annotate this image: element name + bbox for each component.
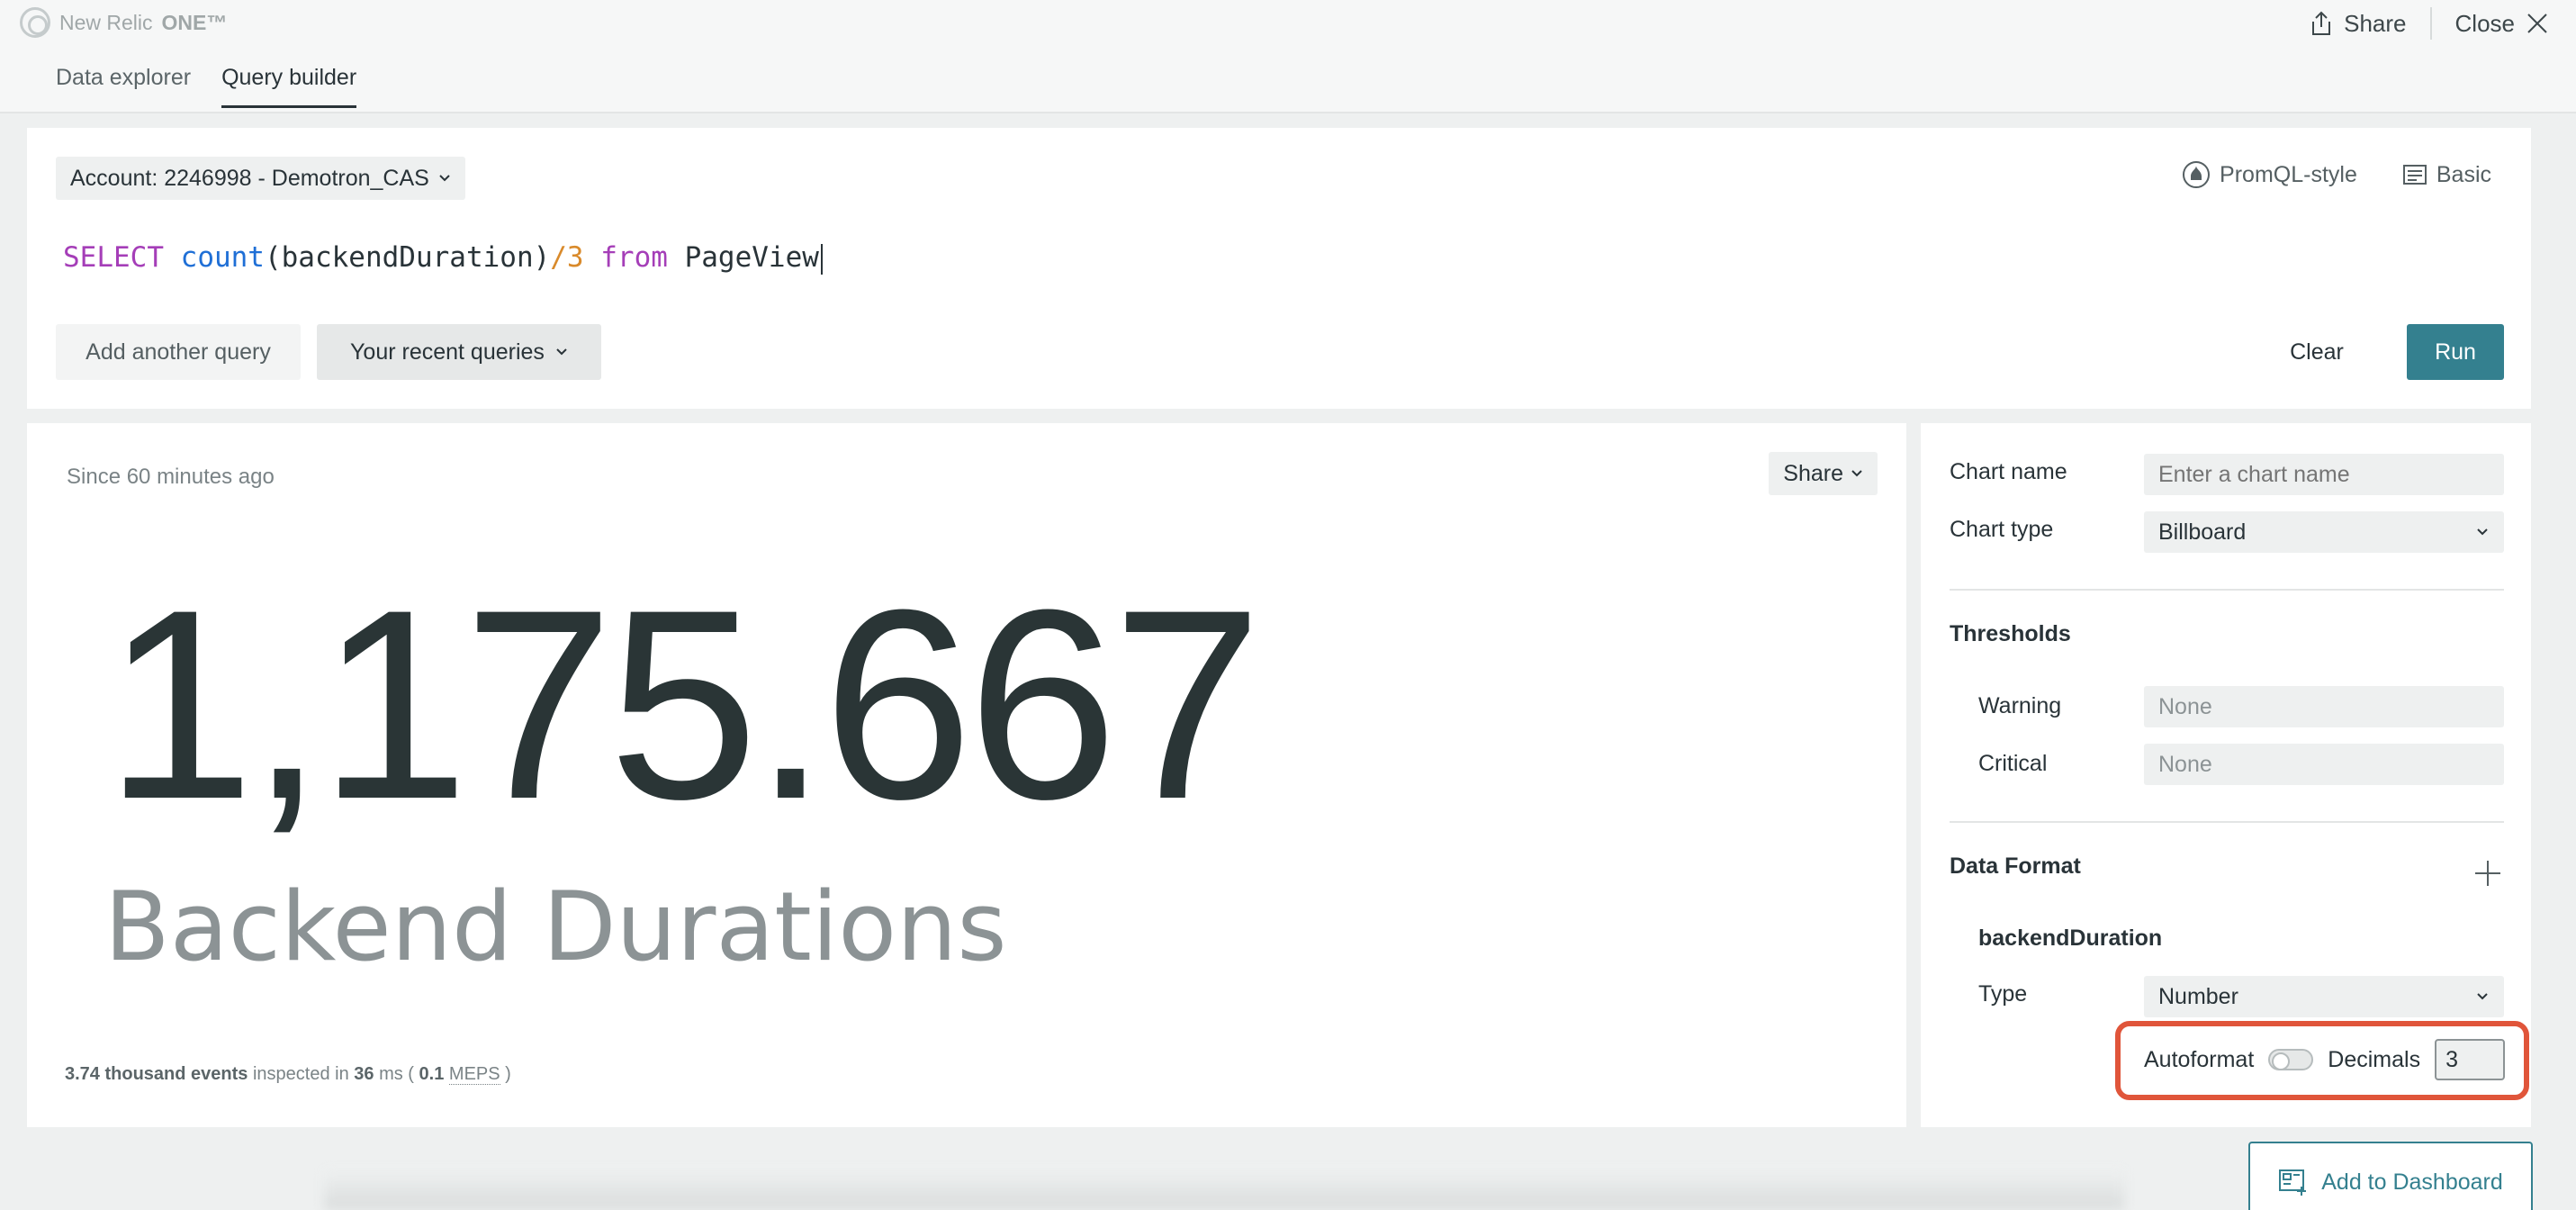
thresholds-title: Thresholds bbox=[1950, 621, 2071, 646]
bottom-shadow bbox=[324, 1170, 2124, 1210]
recent-queries-label: Your recent queries bbox=[350, 339, 545, 365]
recent-queries-button[interactable]: Your recent queries bbox=[317, 324, 601, 380]
chevron-down-icon bbox=[2477, 528, 2488, 536]
autoformat-label: Autoformat bbox=[2144, 1046, 2255, 1072]
basic-mode-button[interactable]: Basic bbox=[2402, 160, 2491, 189]
query-mode-switch: PromQL-style Basic bbox=[2182, 160, 2491, 189]
account-dropdown[interactable]: Account: 2246998 - Demotron_CAS bbox=[56, 157, 465, 200]
promql-label: PromQL-style bbox=[2220, 161, 2357, 187]
format-type-select[interactable]: Number bbox=[2144, 976, 2504, 1017]
close-button[interactable]: Close bbox=[2455, 10, 2549, 38]
warning-label: Warning bbox=[1978, 693, 2062, 718]
new-relic-logo-icon bbox=[20, 7, 50, 38]
nrql-argument: (backendDuration) bbox=[264, 241, 551, 274]
chevron-down-icon bbox=[439, 175, 450, 182]
critical-label: Critical bbox=[1978, 751, 2048, 776]
clear-button[interactable]: Clear bbox=[2272, 324, 2362, 380]
critical-threshold-input[interactable]: None bbox=[2144, 744, 2504, 785]
tab-data-explorer[interactable]: Data explorer bbox=[56, 65, 191, 108]
close-icon bbox=[2527, 14, 2547, 33]
chevron-down-icon bbox=[1851, 470, 1862, 477]
ms-value: 36 bbox=[354, 1064, 374, 1084]
dashboard-add-icon bbox=[2279, 1169, 2307, 1196]
chart-share-dropdown[interactable]: Share bbox=[1769, 452, 1878, 495]
promql-icon bbox=[2183, 161, 2211, 188]
format-type-value: Number bbox=[2158, 983, 2238, 1009]
add-to-dashboard-button[interactable]: Add to Dashboard bbox=[2248, 1142, 2533, 1210]
nrql-event-type: PageView bbox=[684, 241, 819, 274]
chevron-down-icon bbox=[556, 348, 567, 356]
query-panel: Account: 2246998 - Demotron_CAS PromQL-s… bbox=[27, 128, 2531, 409]
nrql-editor[interactable]: SELECT count(backendDuration)/3 from Pag… bbox=[63, 241, 823, 275]
divider bbox=[1950, 821, 2504, 823]
autoformat-toggle[interactable] bbox=[2268, 1049, 2314, 1070]
basic-mode-icon bbox=[2402, 165, 2427, 185]
run-button[interactable]: Run bbox=[2407, 324, 2504, 380]
divider bbox=[2429, 7, 2432, 40]
ms-unit: ms ( bbox=[379, 1064, 414, 1084]
format-field-name: backendDuration bbox=[1978, 926, 2163, 951]
chart-type-select[interactable]: Billboard bbox=[2144, 511, 2504, 553]
brand-suffix: ONE™ bbox=[161, 10, 228, 34]
data-format-title: Data Format bbox=[1950, 853, 2081, 879]
nrql-operator: /3 bbox=[550, 241, 584, 274]
meps-value: 0.1 bbox=[419, 1064, 445, 1084]
add-to-dashboard-label: Add to Dashboard bbox=[2321, 1169, 2503, 1195]
inspected-text: inspected in bbox=[252, 1064, 349, 1084]
top-actions: Share Close bbox=[2310, 7, 2549, 40]
brand: New Relic ONE™ bbox=[20, 7, 227, 38]
tab-bar: Data explorer Query builder bbox=[56, 65, 357, 108]
type-label: Type bbox=[1978, 981, 2028, 1007]
brand-name: New Relic bbox=[59, 10, 153, 34]
chart-type-value: Billboard bbox=[2158, 519, 2247, 545]
billboard-value: 1,175.667 bbox=[104, 553, 1263, 855]
basic-label: Basic bbox=[2436, 161, 2491, 187]
divider bbox=[1950, 589, 2504, 591]
result-panel: Since 60 minutes ago Share 1,175.667 Bac… bbox=[27, 423, 1906, 1127]
promql-mode-button[interactable]: PromQL-style bbox=[2182, 160, 2357, 189]
nrql-from-keyword: from bbox=[600, 241, 668, 274]
add-query-button[interactable]: Add another query bbox=[56, 324, 301, 380]
chart-name-label: Chart name bbox=[1950, 459, 2067, 484]
warning-threshold-input[interactable]: None bbox=[2144, 686, 2504, 727]
chart-type-label: Chart type bbox=[1950, 517, 2054, 542]
time-range: Since 60 minutes ago bbox=[67, 465, 275, 489]
autoformat-row: Autoformat Decimals bbox=[2144, 1039, 2506, 1080]
close-paren: ) bbox=[505, 1064, 511, 1084]
nrql-select-keyword: SELECT bbox=[63, 241, 164, 274]
chart-share-label: Share bbox=[1783, 460, 1843, 486]
top-bar: New Relic ONE™ Share Close Data explorer… bbox=[0, 0, 2576, 113]
chevron-down-icon bbox=[2477, 993, 2488, 1000]
decimals-input[interactable] bbox=[2435, 1039, 2506, 1080]
nrql-function: count bbox=[180, 241, 265, 274]
account-label: Account: 2246998 - Demotron_CAS bbox=[70, 165, 429, 191]
share-button[interactable]: Share bbox=[2310, 9, 2407, 38]
meps-unit: MEPS bbox=[448, 1064, 500, 1085]
share-icon bbox=[2312, 11, 2331, 35]
inspection-stats: 3.74 thousand events inspected in 36 ms … bbox=[65, 1064, 511, 1085]
add-format-plus-icon[interactable] bbox=[2475, 861, 2500, 886]
decimals-label: Decimals bbox=[2328, 1046, 2421, 1072]
share-label: Share bbox=[2344, 9, 2407, 37]
text-cursor bbox=[820, 243, 823, 275]
events-count: 3.74 thousand events bbox=[65, 1064, 248, 1084]
chart-name-input[interactable] bbox=[2144, 454, 2504, 495]
close-label: Close bbox=[2454, 9, 2515, 37]
tab-query-builder[interactable]: Query builder bbox=[221, 65, 357, 108]
billboard-label: Backend Durations bbox=[104, 871, 1007, 982]
